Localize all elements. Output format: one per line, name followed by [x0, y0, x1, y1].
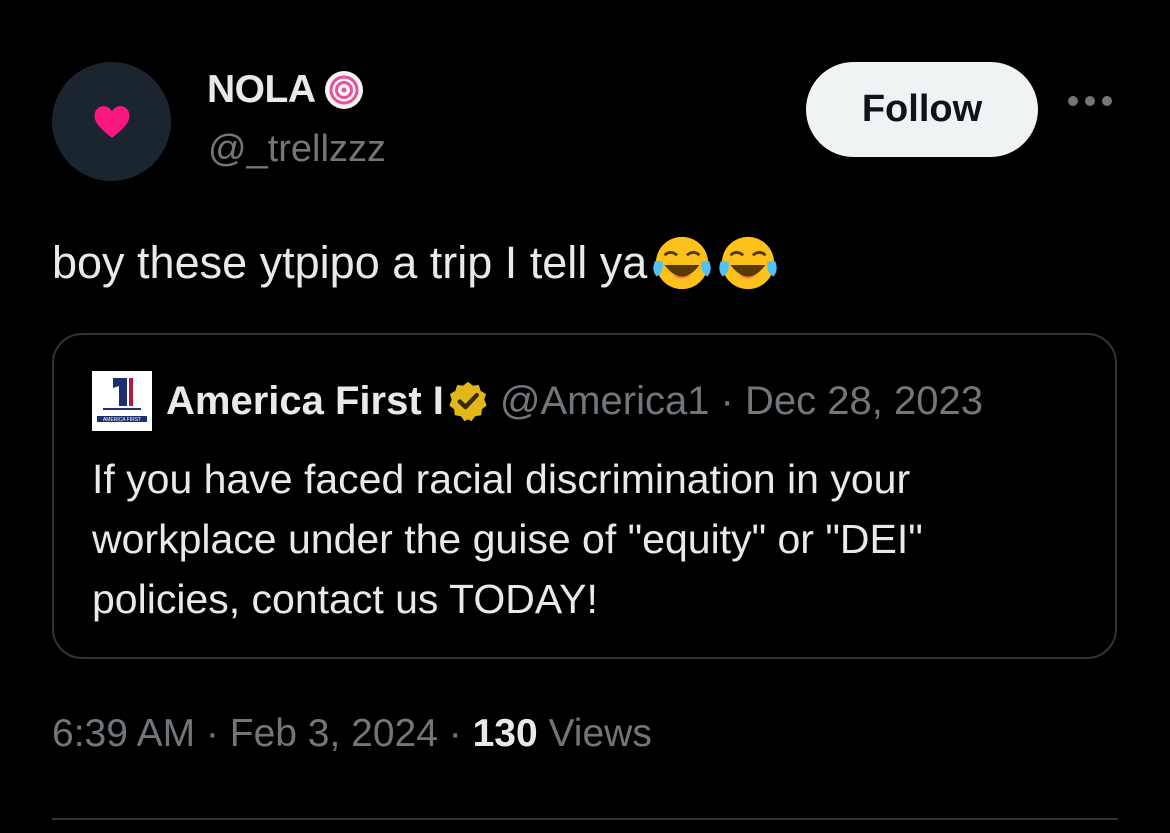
- face-with-tears-of-joy-icon: [719, 236, 778, 290]
- tweet-timestamp[interactable]: 6:39 AM · Feb 3, 2024 ·: [52, 712, 473, 755]
- gold-verified-badge-icon: [449, 381, 487, 422]
- more-options-icon[interactable]: [1068, 96, 1112, 106]
- tweet-text-content: boy these ytpipo a trip I tell ya: [52, 237, 648, 288]
- quoted-tweet-card[interactable]: AMERICA FIRST America First I @America1 …: [52, 333, 1117, 659]
- follow-button[interactable]: Follow: [806, 62, 1038, 157]
- logo-text: AMERICA FIRST: [103, 417, 141, 423]
- more-dot: [1102, 96, 1112, 106]
- views-count: 130: [472, 712, 538, 755]
- face-with-tears-of-joy-icon: [653, 236, 712, 290]
- more-dot: [1085, 96, 1095, 106]
- quoted-author-name[interactable]: America First I: [166, 379, 444, 424]
- divider: [52, 818, 1118, 820]
- tweet-text: boy these ytpipo a trip I tell ya: [52, 232, 779, 294]
- quoted-tweet-header: AMERICA FIRST America First I @America1 …: [92, 371, 983, 431]
- author-handle[interactable]: @_trellzzz: [208, 128, 386, 171]
- tweet-meta: 6:39 AM · Feb 3, 2024 · 130 Views: [52, 712, 652, 756]
- quoted-tweet-text: If you have faced racial discrimination …: [92, 456, 923, 622]
- quoted-author-handle-date[interactable]: @America1 · Dec 28, 2023: [500, 379, 983, 424]
- views-label: Views: [537, 712, 652, 755]
- author-name-row: NOLA: [207, 66, 368, 114]
- pink-heart-icon: [94, 105, 129, 138]
- author-display-name[interactable]: NOLA: [207, 68, 316, 112]
- america-first-logo-icon: AMERICA FIRST: [93, 372, 151, 430]
- america-first-logo[interactable]: AMERICA FIRST: [92, 371, 152, 431]
- author-avatar[interactable]: [52, 62, 171, 181]
- more-dot: [1068, 96, 1078, 106]
- pink-swirl-icon: [324, 71, 363, 109]
